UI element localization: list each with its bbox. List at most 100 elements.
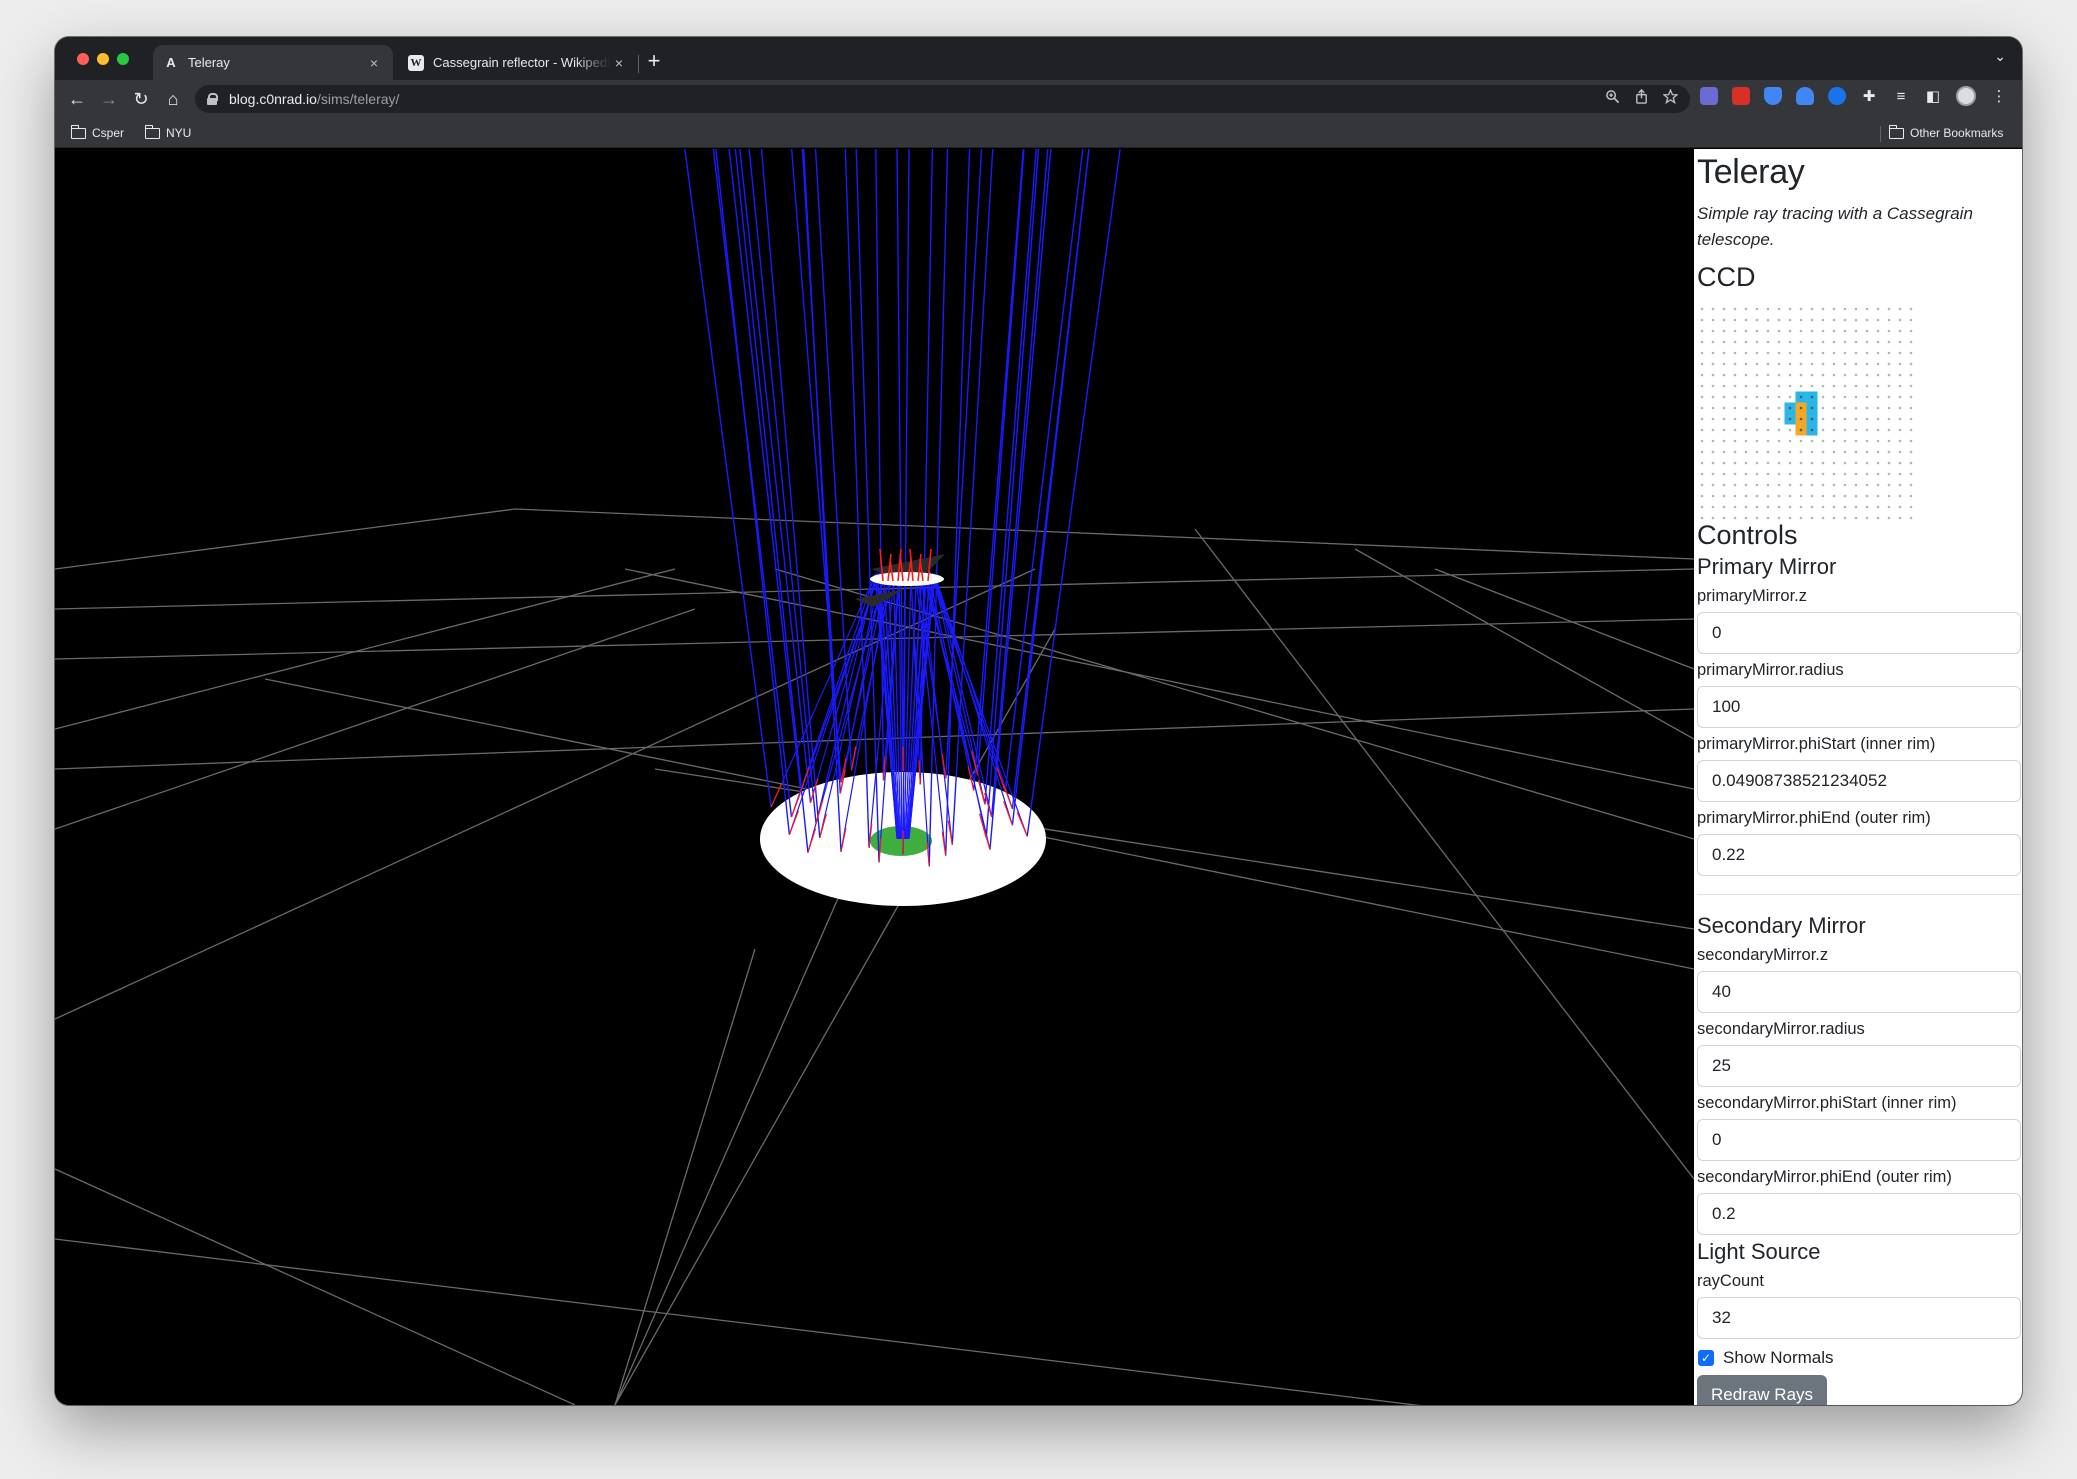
ccd-pixel — [1909, 483, 1913, 487]
ccd-pixel — [1744, 505, 1748, 509]
ccd-pixel — [1909, 516, 1913, 520]
incoming-ray — [875, 149, 885, 781]
ccd-pixel — [1810, 307, 1814, 311]
ccd-pixel — [1744, 395, 1748, 399]
star-icon[interactable] — [1662, 88, 1679, 108]
lock-icon[interactable] — [207, 93, 218, 105]
ccd-pixel — [1722, 428, 1726, 432]
ccd-pixel — [1887, 428, 1891, 432]
ccd-pixel — [1700, 439, 1704, 443]
ccd-pixel — [1744, 483, 1748, 487]
ccd-pixel — [1733, 384, 1737, 388]
primary-phistart-input[interactable] — [1697, 760, 2021, 802]
ccd-pixel — [1821, 494, 1825, 498]
ccd-pixel — [1810, 329, 1814, 333]
back-button[interactable]: ← — [61, 83, 93, 115]
ccd-pixel — [1887, 494, 1891, 498]
primary-radius-input[interactable] — [1697, 686, 2021, 728]
ccd-pixel — [1788, 461, 1792, 465]
raycount-input[interactable] — [1697, 1297, 2021, 1339]
ccd-pixel — [1744, 340, 1748, 344]
primary-z-input[interactable] — [1697, 612, 2021, 654]
ccd-pixel — [1876, 329, 1880, 333]
secondary-phiend-input[interactable] — [1697, 1193, 2021, 1235]
show-normals-row[interactable]: ✓ Show Normals — [1697, 1345, 2022, 1371]
secondary-mirror-heading: Secondary Mirror — [1697, 913, 1866, 938]
ccd-pixel — [1887, 516, 1891, 520]
ccd-pixel — [1733, 329, 1737, 333]
maximize-window-button[interactable] — [117, 53, 129, 65]
secondary-phistart-input[interactable] — [1697, 1119, 2021, 1161]
ccd-pixel — [1733, 439, 1737, 443]
ccd-pixel — [1722, 516, 1726, 520]
kebab-menu-icon[interactable]: ⋮ — [1990, 87, 2008, 105]
ccd-pixel — [1799, 505, 1803, 509]
ccd-pixel — [1865, 516, 1869, 520]
ccd-pixel — [1821, 472, 1825, 476]
ccd-pixel — [1876, 483, 1880, 487]
ccd-pixel — [1843, 483, 1847, 487]
ccd-pixel — [1755, 340, 1759, 344]
ccd-pixel — [1865, 472, 1869, 476]
ccd-pixel — [1755, 483, 1759, 487]
share-icon[interactable] — [1634, 88, 1649, 108]
close-tab-icon[interactable]: × — [610, 55, 628, 71]
ccd-pixels — [1700, 307, 1913, 520]
ccd-pixel — [1810, 450, 1814, 454]
profile-avatar[interactable] — [1956, 86, 1976, 106]
tab-search-chevron-icon[interactable]: ⌄ — [1994, 48, 2006, 65]
reading-list-icon[interactable]: ≡ — [1892, 88, 1910, 105]
extension-2-icon[interactable] — [1732, 87, 1750, 105]
ccd-pixel — [1810, 483, 1814, 487]
extensions-puzzle-icon[interactable]: ✚ — [1860, 87, 1878, 105]
ccd-pixel — [1832, 483, 1836, 487]
secondary-radius-input[interactable] — [1697, 1045, 2021, 1087]
ccd-pixel — [1810, 340, 1814, 344]
ccd-pixel — [1909, 472, 1913, 476]
ccd-pixel — [1854, 450, 1858, 454]
ccd-pixel — [1733, 318, 1737, 322]
home-button[interactable]: ⌂ — [157, 83, 189, 115]
side-panel-icon[interactable]: ◧ — [1924, 87, 1942, 105]
ccd-pixel — [1832, 329, 1836, 333]
tab-cassegrain-wikipedia[interactable]: W Cassegrain reflector - Wikipedia × — [398, 45, 638, 80]
extension-5-icon[interactable] — [1828, 87, 1846, 105]
extension-1-icon[interactable] — [1700, 87, 1718, 105]
zoom-icon[interactable] — [1605, 89, 1620, 108]
ccd-pixel — [1887, 472, 1891, 476]
ray-trace-viewport[interactable] — [55, 149, 1694, 1405]
ccd-pixel — [1843, 417, 1847, 421]
ccd-pixel — [1810, 428, 1814, 432]
incoming-ray — [715, 149, 791, 835]
other-bookmarks-folder[interactable]: Other Bookmarks — [1888, 124, 2003, 140]
scene-canvas[interactable] — [55, 149, 1694, 1405]
controls-heading: Controls — [1697, 520, 1798, 550]
ccd-pixel — [1766, 439, 1770, 443]
bookmark-folder-nyu[interactable]: NYU — [144, 124, 191, 140]
ccd-pixel — [1909, 428, 1913, 432]
reflected-ray — [932, 572, 986, 805]
close-window-button[interactable] — [77, 53, 89, 65]
bookmark-folder-csper[interactable]: Csper — [70, 124, 124, 140]
ccd-pixel — [1700, 406, 1704, 410]
tab-teleray[interactable]: A Teleray × — [153, 45, 393, 80]
ccd-pixel — [1700, 362, 1704, 366]
address-bar[interactable]: blog.c0nrad.io/sims/teleray/ — [195, 85, 1690, 113]
forward-button[interactable]: → — [93, 83, 125, 115]
secondary-z-input[interactable] — [1697, 971, 2021, 1013]
redraw-rays-button[interactable]: Redraw Rays — [1697, 1375, 1828, 1405]
new-tab-button[interactable]: + — [640, 48, 668, 76]
minimize-window-button[interactable] — [97, 53, 109, 65]
extension-4-icon[interactable] — [1796, 87, 1814, 105]
close-tab-icon[interactable]: × — [365, 55, 383, 71]
primary-phiend-input[interactable] — [1697, 834, 2021, 876]
show-normals-checkbox[interactable]: ✓ — [1698, 1350, 1714, 1366]
ccd-pixel — [1898, 439, 1902, 443]
ccd-pixel — [1865, 384, 1869, 388]
ccd-pixel — [1909, 406, 1913, 410]
ccd-pixel — [1766, 516, 1770, 520]
ccd-pixel — [1777, 505, 1781, 509]
extension-3-icon[interactable] — [1764, 87, 1782, 105]
ccd-pixel — [1700, 329, 1704, 333]
reload-button[interactable]: ↻ — [125, 83, 157, 115]
